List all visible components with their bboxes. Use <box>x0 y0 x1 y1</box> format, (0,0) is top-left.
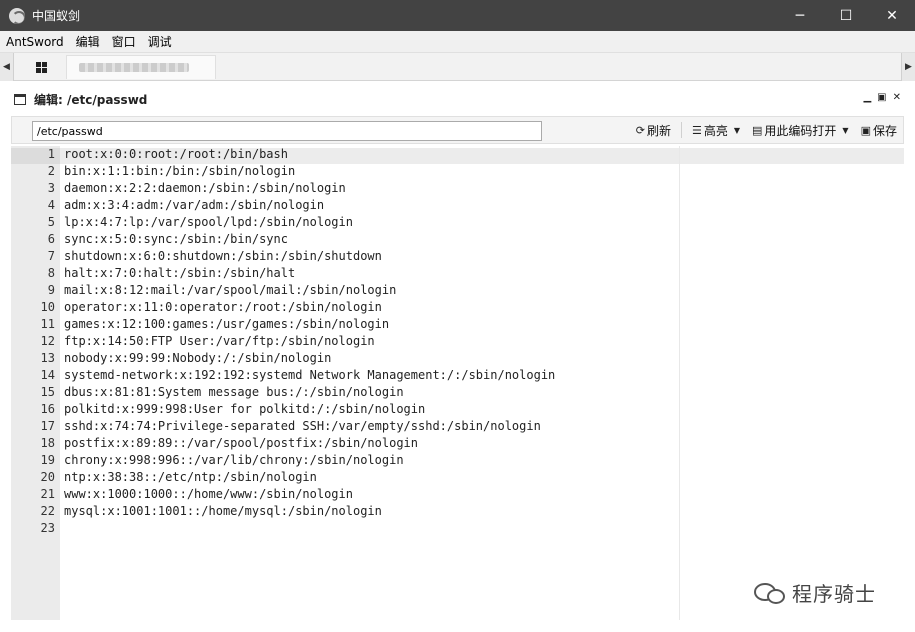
line-number: 7 <box>47 249 55 263</box>
minimize-button[interactable]: ─ <box>777 0 823 31</box>
code-line[interactable]: operator:x:11:0:operator:/root:/sbin/nol… <box>64 299 555 316</box>
menu-debug[interactable]: 调试 <box>142 33 178 50</box>
code-line[interactable]: root:x:0:0:root:/root:/bin/bash <box>64 146 555 163</box>
highlight-dropdown-button[interactable]: ☰ 高亮 ▼ <box>686 117 746 143</box>
line-number: 21 <box>40 487 55 501</box>
code-line[interactable]: mysql:x:1001:1001::/home/mysql:/sbin/nol… <box>64 503 555 520</box>
code-line[interactable]: postfix:x:89:89::/var/spool/postfix:/sbi… <box>64 435 555 452</box>
blurred-tab-label <box>79 63 189 72</box>
menu-antsword[interactable]: AntSword <box>0 35 70 49</box>
window-title: 中国蚁剑 <box>32 9 81 23</box>
line-number: 12 <box>40 334 55 348</box>
title-bar: 中国蚁剑 ─ ☐ ✕ <box>0 0 915 31</box>
line-number: 14 <box>40 368 55 382</box>
refresh-icon: ⟳ <box>635 123 645 137</box>
line-number: 6 <box>47 232 55 246</box>
code-line[interactable]: mail:x:8:12:mail:/var/spool/mail:/sbin/n… <box>64 282 555 299</box>
encoding-dropdown-button[interactable]: ▤ 用此编码打开 ▼ <box>746 117 855 143</box>
code-line[interactable]: daemon:x:2:2:daemon:/sbin:/sbin/nologin <box>64 180 555 197</box>
code-line[interactable] <box>64 520 555 537</box>
tab-shell-session[interactable] <box>66 55 216 79</box>
menu-edit[interactable]: 编辑 <box>70 33 106 50</box>
antsword-logo-icon <box>9 7 25 24</box>
code-line[interactable]: sshd:x:74:74:Privilege-separated SSH:/va… <box>64 418 555 435</box>
code-line[interactable]: ftp:x:14:50:FTP User:/var/ftp:/sbin/nolo… <box>64 333 555 350</box>
save-label: 保存 <box>872 123 897 138</box>
code-line[interactable]: ntp:x:38:38::/etc/ntp:/sbin/nologin <box>64 469 555 486</box>
panel-controls: ▁ ▣ ✕ <box>863 92 901 103</box>
list-icon: ☰ <box>691 123 702 137</box>
code-line[interactable]: halt:x:7:0:halt:/sbin:/sbin/halt <box>64 265 555 282</box>
line-number: 5 <box>47 215 55 229</box>
save-icon: ▣ <box>860 123 871 137</box>
line-number: 23 <box>40 521 55 535</box>
refresh-button[interactable]: ⟳ 刷新 <box>630 117 677 143</box>
code-line[interactable]: bin:x:1:1:bin:/bin:/sbin/nologin <box>64 163 555 180</box>
code-editor[interactable]: 1 2 3 4 5 6 7 8 9 10 11 12 13 14 15 16 17 18 19 20 21 22 23 ro… <box>11 146 904 620</box>
print-margin <box>679 146 680 620</box>
panel-header: 编辑: /etc/passwd ▁ ▣ ✕ <box>0 86 915 112</box>
tab-scroll-right-button[interactable]: ▶ <box>901 53 915 81</box>
line-number: 10 <box>40 300 55 314</box>
line-number: 11 <box>40 317 55 331</box>
window-icon <box>14 93 26 105</box>
tab-scroll-left-button[interactable]: ◀ <box>0 53 14 81</box>
code-line[interactable]: dbus:x:81:81:System message bus:/:/sbin/… <box>64 384 555 401</box>
editor-toolbar: ⟳ 刷新 ☰ 高亮 ▼ ▤ 用此编码打开 ▼ ▣ 保存 <box>11 116 904 144</box>
code-line[interactable]: nobody:x:99:99:Nobody:/:/sbin/nologin <box>64 350 555 367</box>
panel-restore-button[interactable]: ▣ <box>877 92 886 103</box>
panel-title: 编辑: /etc/passwd <box>34 92 148 107</box>
toolbar-divider <box>680 122 682 138</box>
panel-minimize-button[interactable]: ▁ <box>863 92 871 103</box>
code-line[interactable]: chrony:x:998:996::/var/lib/chrony:/sbin/… <box>64 452 555 469</box>
line-number: 19 <box>40 453 55 467</box>
code-line[interactable]: polkitd:x:999:998:User for polkitd:/:/sb… <box>64 401 555 418</box>
chevron-down-icon: ▼ <box>842 125 849 135</box>
menu-window[interactable]: 窗口 <box>106 33 142 50</box>
watermark-text: 程序骑士 <box>792 582 876 606</box>
refresh-label: 刷新 <box>646 123 671 138</box>
code-line[interactable]: shutdown:x:6:0:shutdown:/sbin:/sbin/shut… <box>64 248 555 265</box>
line-number: 20 <box>40 470 55 484</box>
code-line[interactable]: sync:x:5:0:sync:/sbin:/bin/sync <box>64 231 555 248</box>
code-line[interactable]: www:x:1000:1000::/home/www:/sbin/nologin <box>64 486 555 503</box>
close-button[interactable]: ✕ <box>869 0 915 31</box>
window-controls: ─ ☐ ✕ <box>777 0 915 31</box>
encoding-icon: ▤ <box>752 123 763 137</box>
tab-bar: ◀ ▶ <box>0 53 915 81</box>
line-number: 1 <box>47 147 55 161</box>
menu-bar: AntSword 编辑 窗口 调试 <box>0 31 915 53</box>
watermark: 程序骑士 <box>754 578 876 607</box>
toolbar-buttons: ⟳ 刷新 ☰ 高亮 ▼ ▤ 用此编码打开 ▼ ▣ 保存 <box>630 117 903 143</box>
line-number: 8 <box>47 266 55 280</box>
line-number: 22 <box>40 504 55 518</box>
maximize-button[interactable]: ☐ <box>823 0 869 31</box>
line-number: 16 <box>40 402 55 416</box>
code-content[interactable]: root:x:0:0:root:/root:/bin/bash bin:x:1:1… <box>64 146 555 537</box>
line-number: 2 <box>47 164 55 178</box>
code-line[interactable]: lp:x:4:7:lp:/var/spool/lpd:/sbin/nologin <box>64 214 555 231</box>
line-number: 15 <box>40 385 55 399</box>
tab-home[interactable] <box>20 55 62 79</box>
line-number: 9 <box>47 283 55 297</box>
encoding-label: 用此编码打开 <box>764 123 837 138</box>
code-line[interactable]: systemd-network:x:192:192:systemd Networ… <box>64 367 555 384</box>
path-input[interactable] <box>32 121 542 141</box>
grid-icon <box>35 61 47 73</box>
line-number: 3 <box>47 181 55 195</box>
panel-close-button[interactable]: ✕ <box>893 92 901 103</box>
code-line[interactable]: games:x:12:100:games:/usr/games:/sbin/no… <box>64 316 555 333</box>
chevron-down-icon: ▼ <box>733 125 740 135</box>
line-numbers: 1 2 3 4 5 6 7 8 9 10 11 12 13 14 15 16 17 18 19 20 21 22 23 <box>11 146 55 537</box>
line-number: 18 <box>40 436 55 450</box>
save-button[interactable]: ▣ 保存 <box>855 117 903 143</box>
line-number: 17 <box>40 419 55 433</box>
line-number: 13 <box>40 351 55 365</box>
wechat-icon <box>754 581 788 605</box>
highlight-label: 高亮 <box>703 123 728 138</box>
code-line[interactable]: adm:x:3:4:adm:/var/adm:/sbin/nologin <box>64 197 555 214</box>
line-number: 4 <box>47 198 55 212</box>
